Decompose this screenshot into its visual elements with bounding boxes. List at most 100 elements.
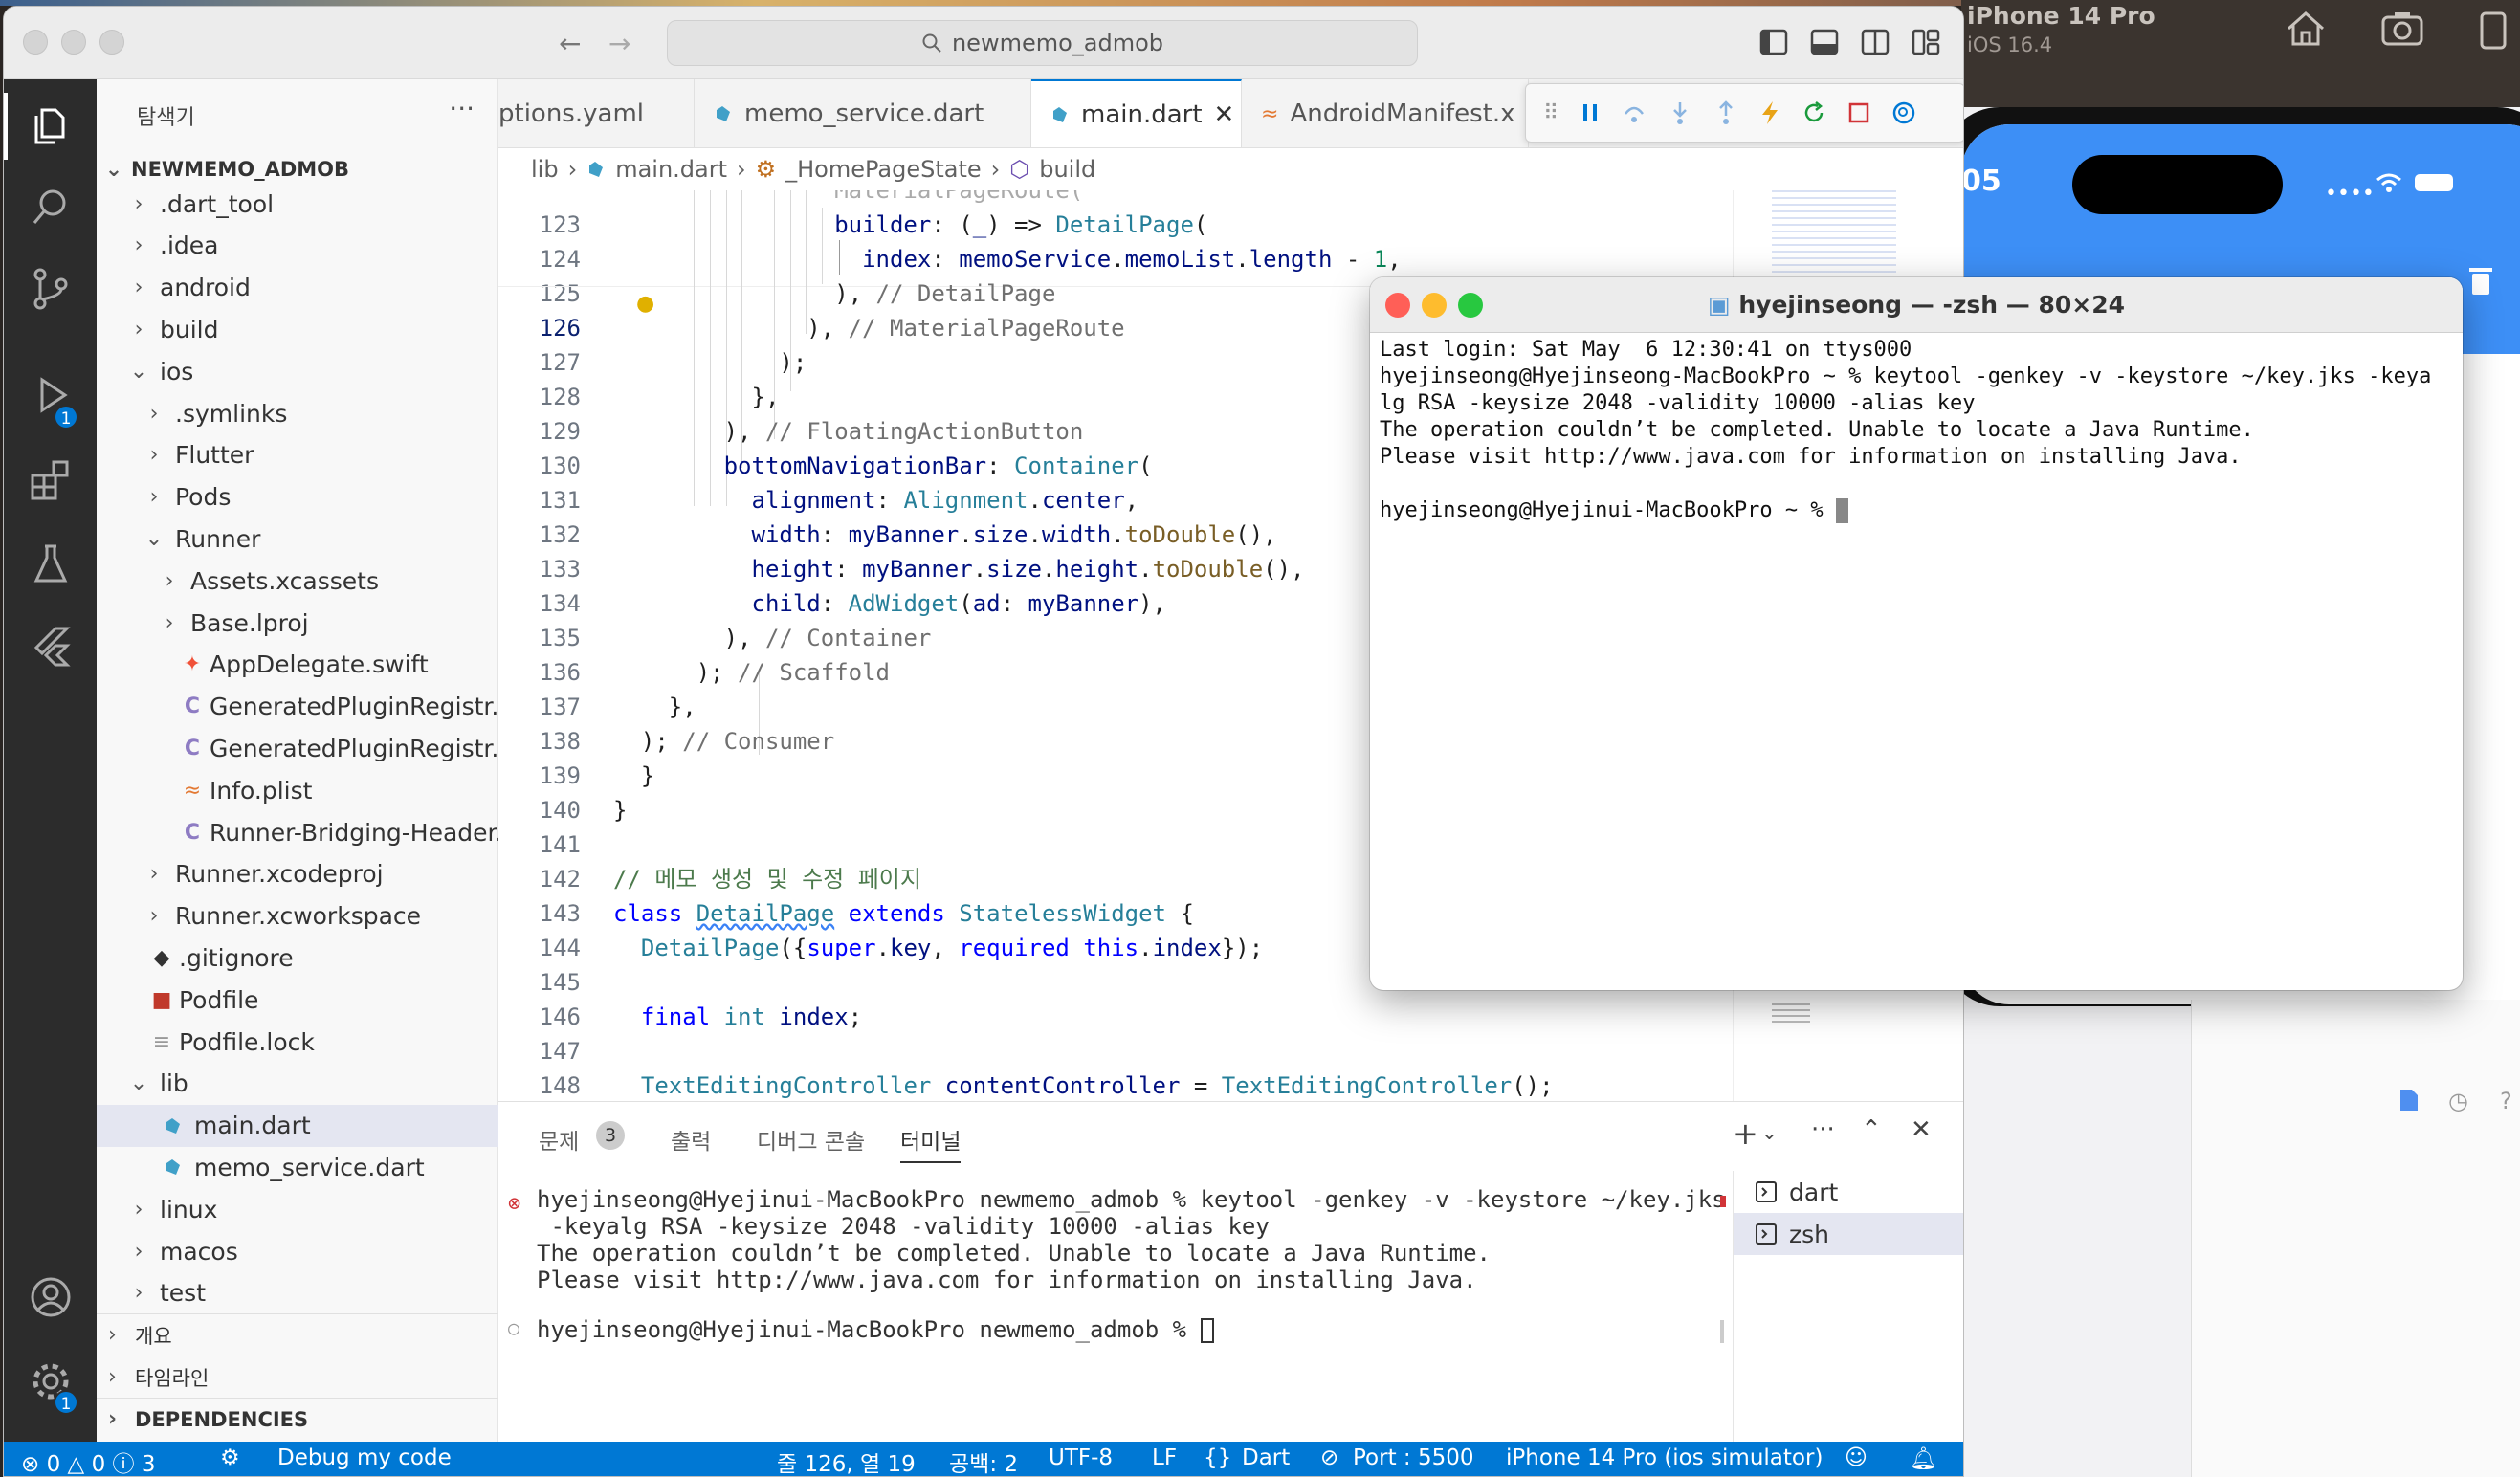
- language-status[interactable]: Dart: [1242, 1445, 1290, 1470]
- rotate-icon[interactable]: [2472, 10, 2514, 52]
- tree-item[interactable]: memo_service.dart: [97, 1146, 498, 1188]
- feedback-icon[interactable]: ☺: [1845, 1445, 1868, 1470]
- tab-debug-console[interactable]: 디버그 콘솔: [757, 1123, 865, 1156]
- maximize-panel-icon[interactable]: ⌃: [1861, 1115, 1882, 1144]
- command-center-search[interactable]: newmemo_admob: [667, 20, 1418, 66]
- account-icon[interactable]: [29, 1275, 73, 1319]
- port-status[interactable]: Port : 5500: [1353, 1445, 1474, 1470]
- tree-item[interactable]: › build: [97, 308, 498, 350]
- chevron-right-icon: ›: [134, 1197, 144, 1222]
- tree-item[interactable]: C Runner-Bridging-Header...: [97, 811, 498, 853]
- restart-icon[interactable]: [1802, 100, 1826, 125]
- customize-layout-icon[interactable]: [1912, 28, 1940, 56]
- step-over-icon[interactable]: [1622, 100, 1647, 125]
- tree-item[interactable]: › .dart_tool: [97, 183, 498, 225]
- integrated-terminal[interactable]: ⊗ hyejinseong@Hyejinui-MacBookPro newmem…: [498, 1186, 1728, 1443]
- tree-item[interactable]: › Runner.xcworkspace: [97, 895, 498, 937]
- flutter-icon[interactable]: [29, 625, 73, 669]
- notifications-bell-icon[interactable]: 🔔︎: [1910, 1445, 1937, 1471]
- more-actions-icon[interactable]: ···: [449, 93, 475, 124]
- tab-problems[interactable]: 문제: [539, 1123, 579, 1156]
- step-out-icon[interactable]: [1713, 100, 1738, 125]
- tree-item[interactable]: ≡ Podfile.lock: [97, 1021, 498, 1063]
- explorer-icon[interactable]: [29, 104, 73, 148]
- search-icon[interactable]: [29, 185, 73, 229]
- breadcrumb-method[interactable]: build: [1039, 156, 1095, 183]
- extensions-icon[interactable]: [29, 458, 73, 502]
- dart-file-icon: [164, 1157, 190, 1177]
- forward-arrow-icon[interactable]: →: [608, 28, 630, 59]
- toggle-secondary-sidebar-icon[interactable]: [1861, 28, 1890, 56]
- tree-item[interactable]: › Base.lproj: [97, 602, 498, 644]
- toggle-panel-icon[interactable]: [1810, 28, 1839, 56]
- tab-options-yaml[interactable]: ptions.yaml: [498, 79, 695, 147]
- chevron-down-icon[interactable]: ⌄: [1761, 1121, 1778, 1144]
- tree-item[interactable]: ✦ AppDelegate.swift: [97, 644, 498, 686]
- step-into-icon[interactable]: [1668, 100, 1692, 125]
- hot-reload-icon[interactable]: [1759, 99, 1780, 126]
- tree-item[interactable]: ⌄ lib: [97, 1063, 498, 1105]
- stop-icon[interactable]: [1847, 101, 1870, 124]
- tab-main-dart[interactable]: main.dart ✕: [1031, 79, 1242, 147]
- tree-item[interactable]: › Flutter: [97, 434, 498, 476]
- breadcrumb-lib[interactable]: lib: [531, 156, 559, 183]
- source-control-icon[interactable]: [29, 267, 73, 311]
- debug-config-status[interactable]: Debug my code: [277, 1445, 452, 1470]
- tree-item-label: Runner.xcworkspace: [175, 902, 422, 931]
- tree-item[interactable]: › Runner.xcodeproj: [97, 853, 498, 895]
- tree-item[interactable]: › Assets.xcassets: [97, 560, 498, 602]
- tree-item[interactable]: ■ Podfile: [97, 979, 498, 1021]
- problems-status[interactable]: ⊗ 0 △ 0 ⓘ 3: [21, 1445, 155, 1476]
- minimize-window-button[interactable]: [61, 30, 86, 55]
- delete-icon[interactable]: [2466, 264, 2495, 297]
- drag-handle-icon[interactable]: ⠿: [1543, 101, 1558, 125]
- device-status[interactable]: iPhone 14 Pro (ios simulator): [1506, 1445, 1823, 1470]
- tree-item[interactable]: › linux: [97, 1188, 498, 1230]
- tab-terminal[interactable]: 터미널: [900, 1123, 962, 1163]
- tree-item[interactable]: ≈ Info.plist: [97, 769, 498, 811]
- tree-item[interactable]: main.dart: [97, 1104, 498, 1147]
- screenshot-icon[interactable]: [2380, 10, 2424, 48]
- breadcrumb-class[interactable]: _HomePageState: [785, 156, 982, 183]
- new-terminal-icon[interactable]: +: [1733, 1115, 1758, 1152]
- testing-icon[interactable]: [29, 542, 73, 586]
- tree-item[interactable]: › macos: [97, 1230, 498, 1272]
- outline-section[interactable]: › 개요: [97, 1313, 498, 1356]
- encoding-status[interactable]: UTF-8: [1049, 1445, 1113, 1470]
- terminal-item-dart[interactable]: dart: [1734, 1171, 1963, 1213]
- pause-icon[interactable]: [1580, 101, 1601, 124]
- tree-item-label: Runner: [175, 524, 261, 553]
- timeline-section[interactable]: › 타임라인: [97, 1356, 498, 1398]
- tree-item-label: main.dart: [194, 1112, 311, 1140]
- eol-status[interactable]: LF: [1152, 1445, 1177, 1470]
- tree-item[interactable]: › android: [97, 267, 498, 309]
- line-number: 145: [539, 969, 581, 996]
- zoom-window-button[interactable]: [99, 30, 124, 55]
- tree-item[interactable]: C GeneratedPluginRegistr...: [97, 686, 498, 728]
- more-actions-icon[interactable]: ···: [1811, 1115, 1835, 1144]
- breadcrumb-file[interactable]: main.dart: [615, 156, 727, 183]
- close-window-button[interactable]: [23, 30, 48, 55]
- close-tab-icon[interactable]: ✕: [1214, 100, 1235, 129]
- close-panel-icon[interactable]: ✕: [1911, 1115, 1932, 1144]
- back-arrow-icon[interactable]: ←: [559, 28, 581, 59]
- tree-item[interactable]: › .symlinks: [97, 392, 498, 434]
- tree-item[interactable]: › .idea: [97, 225, 498, 267]
- tree-item[interactable]: ⌄ ios: [97, 350, 498, 392]
- tab-android-manifest[interactable]: ≈ AndroidManifest.x: [1242, 79, 1529, 147]
- cursor-position-status[interactable]: 줄 126, 열 19: [777, 1445, 916, 1476]
- tree-item[interactable]: ⌄ Runner: [97, 518, 498, 560]
- tree-item[interactable]: ◆ .gitignore: [97, 937, 498, 979]
- tree-item[interactable]: C GeneratedPluginRegistr...: [97, 727, 498, 769]
- signal-icon: ••••: [2325, 182, 2375, 206]
- tree-item[interactable]: › Pods: [97, 476, 498, 518]
- toggle-sidebar-icon[interactable]: [1759, 28, 1788, 56]
- tab-output[interactable]: 출력: [671, 1123, 711, 1156]
- inspect-widget-icon[interactable]: [1891, 100, 1916, 125]
- terminal-item-zsh[interactable]: zsh: [1734, 1213, 1963, 1255]
- tree-item[interactable]: › test: [97, 1272, 498, 1314]
- dependencies-section[interactable]: › DEPENDENCIES: [97, 1398, 498, 1440]
- home-icon[interactable]: [2285, 10, 2327, 48]
- tab-memo-service[interactable]: memo_service.dart: [695, 79, 1031, 147]
- indent-status[interactable]: 공백: 2: [949, 1445, 1018, 1476]
